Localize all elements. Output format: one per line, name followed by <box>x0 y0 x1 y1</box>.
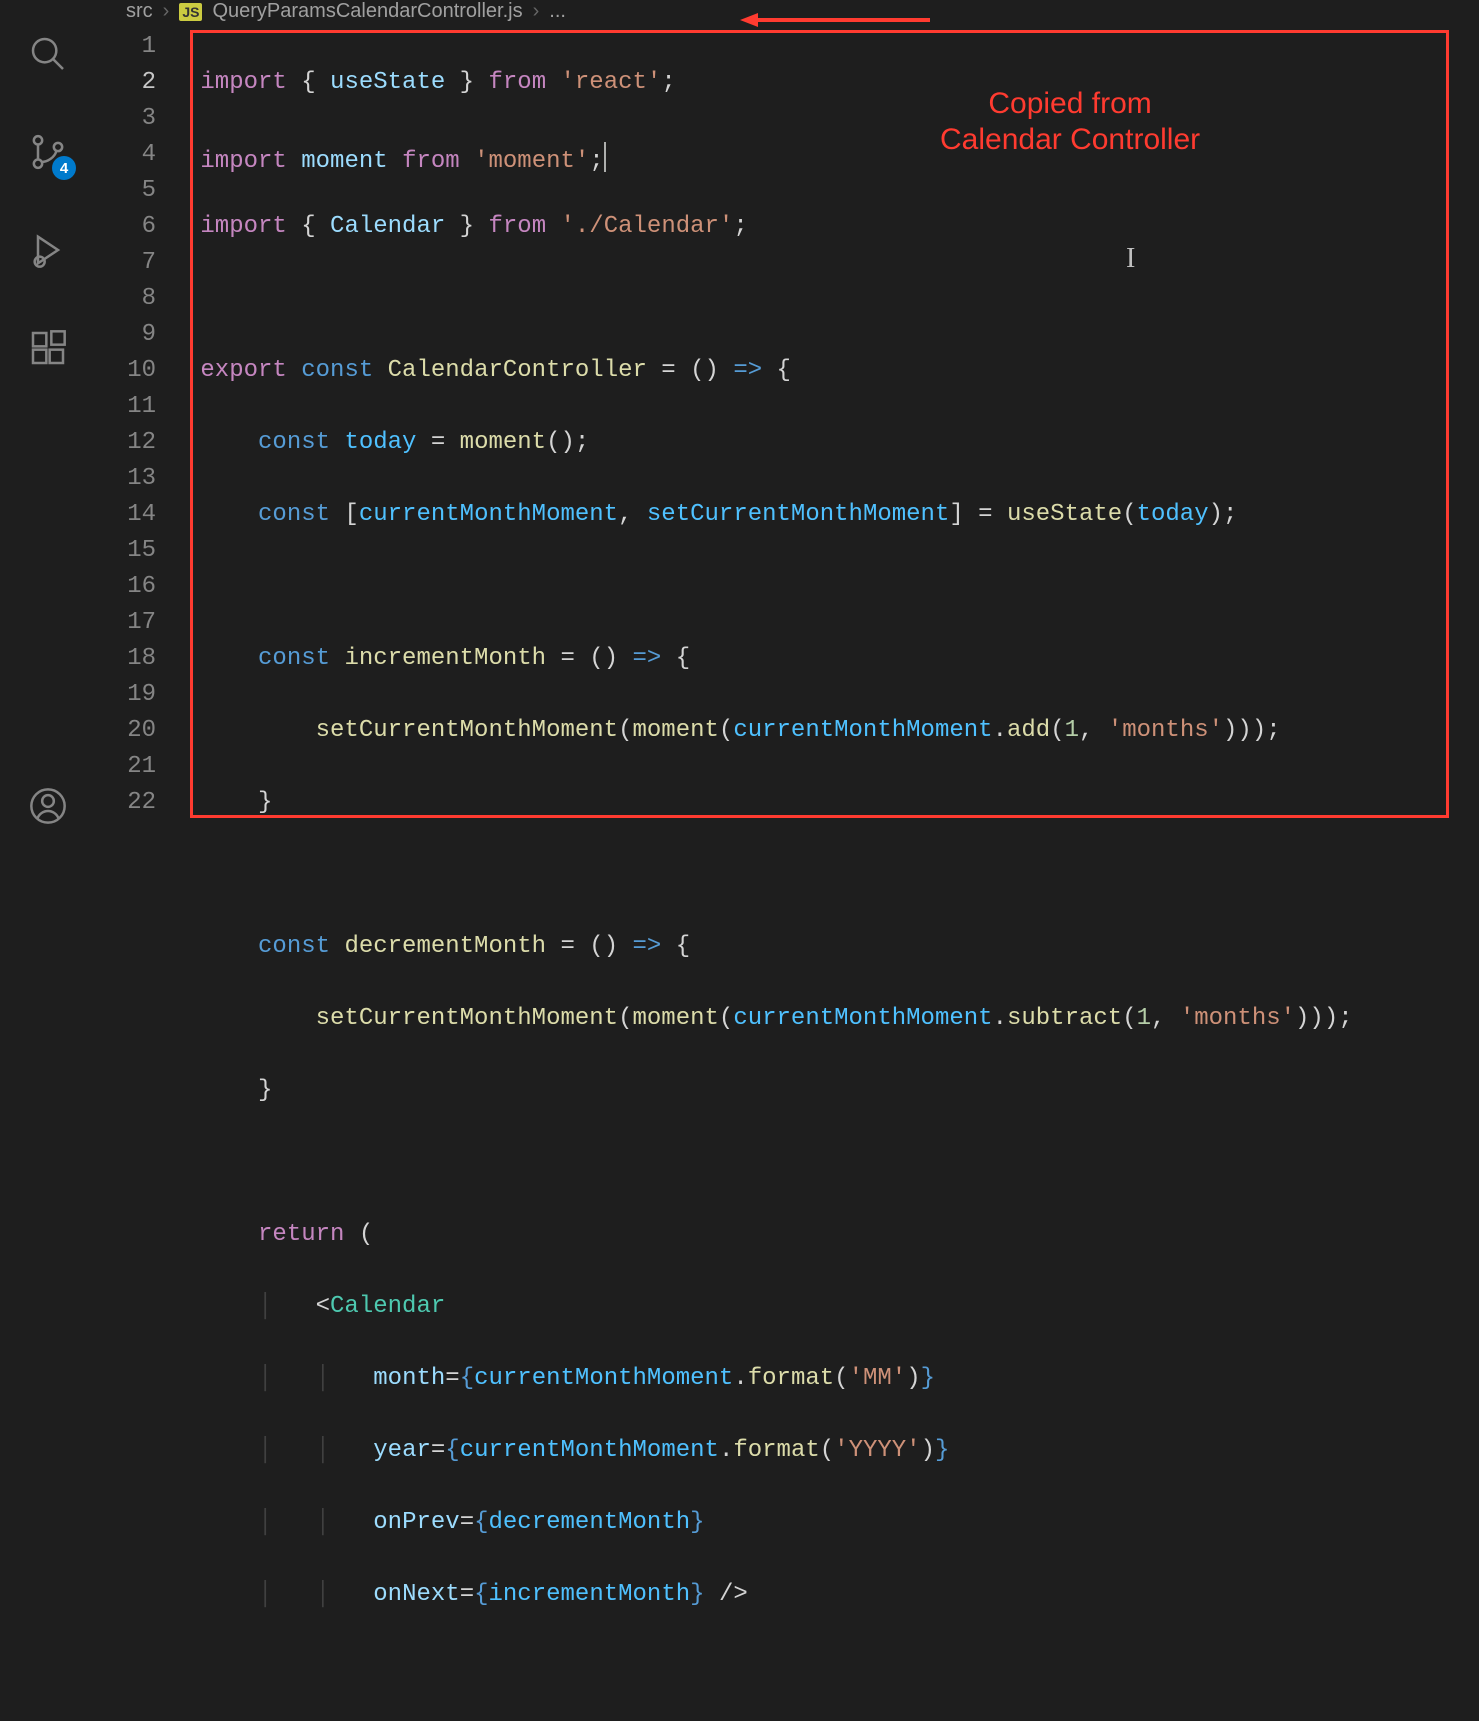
source-control-icon[interactable]: 4 <box>24 128 72 176</box>
run-debug-icon[interactable] <box>24 226 72 274</box>
line-number: 21 <box>96 749 156 785</box>
line-number: 15 <box>96 533 156 569</box>
line-number: 4 <box>96 137 156 173</box>
code-editor[interactable]: 1 2 3 4 5 6 7 8 9 10 11 12 13 14 15 16 1 <box>96 23 1479 1721</box>
chevron-right-icon: › <box>163 0 170 23</box>
line-number: 6 <box>96 209 156 245</box>
line-number: 5 <box>96 173 156 209</box>
editor-area: src › JS QueryParamsCalendarController.j… <box>96 0 1479 870</box>
breadcrumb-ellipsis[interactable]: ... <box>549 0 566 23</box>
line-number: 3 <box>96 101 156 137</box>
js-file-icon: JS <box>179 3 202 21</box>
line-number: 18 <box>96 641 156 677</box>
line-number: 11 <box>96 389 156 425</box>
line-number: 8 <box>96 281 156 317</box>
scm-badge: 4 <box>52 156 76 180</box>
breadcrumb-file[interactable]: QueryParamsCalendarController.js <box>212 0 522 23</box>
editor-wrapper: 1 2 3 4 5 6 7 8 9 10 11 12 13 14 15 16 1 <box>96 23 1479 1721</box>
line-number: 13 <box>96 461 156 497</box>
line-number: 16 <box>96 569 156 605</box>
line-number: 7 <box>96 245 156 281</box>
breadcrumb[interactable]: src › JS QueryParamsCalendarController.j… <box>96 0 1479 23</box>
chevron-right-icon: › <box>533 0 540 23</box>
line-number: 1 <box>96 29 156 65</box>
search-icon[interactable] <box>24 30 72 78</box>
line-number: 20 <box>96 713 156 749</box>
text-cursor-icon: I <box>1126 241 1135 277</box>
line-number: 10 <box>96 353 156 389</box>
line-number: 2 <box>96 65 156 101</box>
line-number: 12 <box>96 425 156 461</box>
line-number: 9 <box>96 317 156 353</box>
app-root: 4 src › JS QueryParamsCalendarController… <box>0 0 1479 870</box>
extensions-icon[interactable] <box>24 324 72 372</box>
activity-bar: 4 <box>0 0 96 870</box>
accounts-icon[interactable] <box>24 782 72 830</box>
code-content[interactable]: import { useState } from 'react'; import… <box>186 23 1479 1721</box>
line-number: 22 <box>96 785 156 821</box>
breadcrumb-folder[interactable]: src <box>126 0 153 23</box>
line-number: 14 <box>96 497 156 533</box>
line-number-gutter: 1 2 3 4 5 6 7 8 9 10 11 12 13 14 15 16 1 <box>96 23 186 1721</box>
line-number: 19 <box>96 677 156 713</box>
line-number: 17 <box>96 605 156 641</box>
